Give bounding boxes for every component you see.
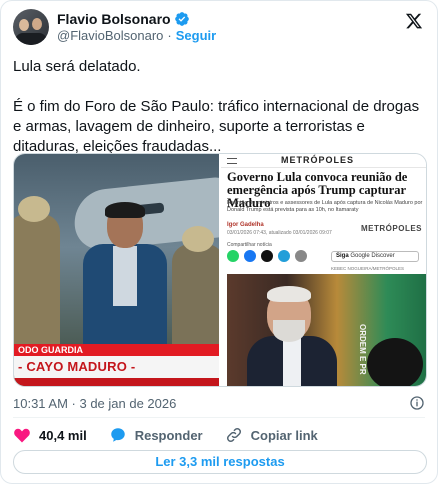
- menu-icon: [227, 158, 237, 164]
- media-image-maduro[interactable]: ODO GUARDIA - CAYO MADURO - CAPTURADO!: [14, 154, 221, 386]
- flag-text: ORDEM E PR: [358, 324, 367, 375]
- tweet-media[interactable]: ODO GUARDIA - CAYO MADURO - CAPTURADO! M…: [13, 153, 427, 387]
- tv-banner-top-text: ODO GUARDIA: [18, 345, 83, 355]
- reply-icon: [110, 428, 125, 442]
- avatar[interactable]: [13, 9, 49, 45]
- article-photo: ORDEM E PR: [227, 274, 426, 386]
- article-photo-credit: KEBEC NOGUEIRA/METRÓPOLES: [331, 266, 405, 271]
- tweet-header: Flavio Bolsonaro @FlavioBolsonaro · Segu…: [13, 9, 425, 45]
- read-replies-button[interactable]: Ler 3,3 mil respostas: [13, 450, 427, 474]
- author-display-name[interactable]: Flavio Bolsonaro: [57, 11, 171, 27]
- article-publisher-logo: METRÓPOLES: [361, 224, 423, 233]
- article-share-icons: [227, 250, 307, 262]
- article-subtitle: Reunião de ministros e assessores de Lul…: [227, 200, 423, 213]
- divider: [13, 417, 425, 418]
- tweet-text-line-2: É o fim do Foro de São Paulo: tráfico in…: [13, 98, 420, 155]
- foreground-head: [367, 338, 423, 386]
- whatsapp-icon: [227, 250, 239, 262]
- link-icon: [295, 250, 307, 262]
- article-follow-chip: Siga Google Discover: [331, 251, 419, 262]
- separator-dot: ·: [167, 28, 172, 43]
- like-button[interactable]: 40,4 mil: [13, 426, 87, 444]
- reply-button[interactable]: Responder: [109, 426, 203, 444]
- copy-link-button[interactable]: Copiar link: [225, 426, 318, 444]
- tv-banner-footer: [14, 378, 219, 386]
- x-share-icon: [261, 250, 273, 262]
- verified-badge-icon: [174, 11, 189, 26]
- link-icon: [226, 427, 241, 443]
- tweet-actions: 40,4 mil Responder Copiar link: [13, 425, 425, 445]
- tweet-text-line-1: Lula será delatado.: [13, 58, 141, 75]
- tweet-text: Lula será delatado. É o fim do Foro de S…: [13, 57, 427, 157]
- x-logo-icon[interactable]: [405, 12, 423, 30]
- copy-link-label: Copiar link: [250, 427, 318, 443]
- tweet-card: Flavio Bolsonaro @FlavioBolsonaro · Segu…: [0, 0, 438, 484]
- heart-icon: [14, 428, 30, 443]
- article-dates: 03/01/2026 07:43, atualizado 03/01/2026 …: [227, 230, 332, 236]
- telegram-icon: [278, 250, 290, 262]
- author-info: Flavio Bolsonaro @FlavioBolsonaro · Segu…: [57, 10, 216, 44]
- tweet-meta: 10:31 AM · 3 de jan de 2026: [13, 396, 425, 412]
- reply-label: Responder: [134, 427, 203, 443]
- article-site-logo: METRÓPOLES: [281, 155, 355, 165]
- follow-button[interactable]: Seguir: [176, 28, 216, 43]
- article-site-bar: METRÓPOLES: [221, 154, 426, 168]
- media-image-article[interactable]: METRÓPOLES Governo Lula convoca reunião …: [221, 154, 426, 386]
- author-handle[interactable]: @FlavioBolsonaro: [57, 28, 163, 43]
- article-author: Igor Gadelha: [227, 222, 264, 228]
- tv-banner-top: ODO GUARDIA: [14, 344, 219, 356]
- siga-service: Google Discover: [350, 253, 395, 259]
- tv-banner-main: - CAYO MADURO - CAPTURADO!: [14, 356, 219, 386]
- siga-label: Siga: [336, 253, 349, 259]
- detained-person-figure: [79, 202, 169, 364]
- facebook-icon: [244, 250, 256, 262]
- info-icon[interactable]: [409, 395, 425, 411]
- like-count: 40,4 mil: [39, 427, 87, 443]
- article-share-label: Compartilhar notícia: [227, 242, 272, 248]
- tweet-timestamp[interactable]: 10:31 AM · 3 de jan de 2026: [13, 396, 176, 411]
